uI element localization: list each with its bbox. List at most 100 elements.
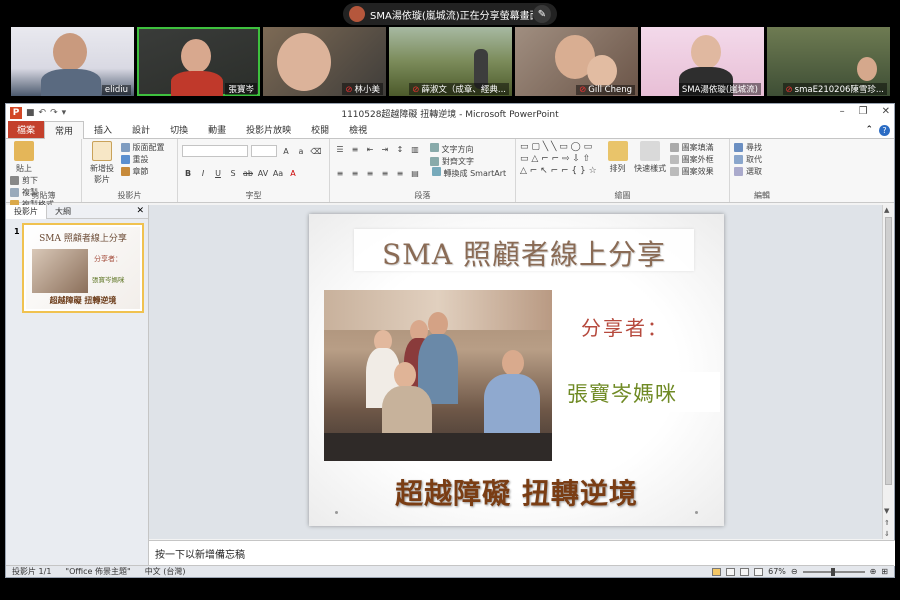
columns-layout-icon[interactable]: ▤	[409, 169, 421, 178]
replace-button[interactable]: 取代	[734, 153, 790, 165]
quick-styles-button[interactable]: 快速樣式	[633, 141, 667, 174]
thumbnail-title: SMA 照顧者線上分享	[39, 234, 127, 244]
shape-effects-button[interactable]: 圖案效果	[669, 165, 714, 177]
redo-icon[interactable]: ↷	[50, 108, 58, 118]
participant-tile[interactable]: elidiu	[11, 27, 134, 96]
shadow-icon[interactable]: S	[227, 169, 239, 178]
scroll-thumb[interactable]	[885, 217, 892, 485]
change-case-icon[interactable]: Aa	[272, 169, 284, 178]
tab-insert[interactable]: 插入	[84, 121, 122, 138]
tab-animations[interactable]: 動畫	[198, 121, 236, 138]
shape-outline-label: 圖案外框	[681, 154, 714, 164]
participant-tile[interactable]: ⊘ Gill Cheng	[515, 27, 638, 96]
zoom-out-icon[interactable]: ⊖	[791, 567, 798, 576]
decrease-indent-icon[interactable]: ⇤	[364, 145, 376, 154]
tab-slideshow[interactable]: 投影片放映	[236, 121, 301, 138]
align-left-icon[interactable]: ≡	[334, 169, 346, 178]
paste-icon	[14, 141, 34, 161]
zoom-level[interactable]: 67%	[768, 567, 786, 576]
section-button[interactable]: 章節	[120, 165, 165, 177]
align-text-button[interactable]: 對齊文字	[430, 155, 511, 167]
participant-tile-active[interactable]: 張寶岑	[137, 27, 260, 96]
scroll-down-icon[interactable]: ▼	[884, 507, 889, 515]
new-slide-button[interactable]: 新增投影片	[86, 141, 118, 185]
underline-icon[interactable]: U	[212, 169, 224, 178]
tab-outline[interactable]: 大綱	[47, 205, 79, 219]
grow-font-icon[interactable]: A	[280, 147, 292, 156]
text-direction-button[interactable]: 文字方向	[430, 143, 474, 155]
shape-outline-button[interactable]: 圖案外框	[669, 153, 714, 165]
tab-file[interactable]: 檔案	[8, 121, 45, 138]
tab-transitions[interactable]: 切換	[160, 121, 198, 138]
current-slide[interactable]: SMA 照顧者線上分享 分享者： 張寶岑媽咪 超越障礙 扭轉逆境	[309, 214, 724, 526]
close-icon[interactable]: ✕	[882, 106, 890, 117]
numbering-icon[interactable]: ≡	[349, 145, 361, 154]
shrink-font-icon[interactable]: a	[295, 147, 307, 156]
participant-tile[interactable]: ⊘ smaE210206陳雪珍...	[767, 27, 890, 96]
save-icon[interactable]: ■	[26, 108, 35, 118]
align-right-icon[interactable]: ≡	[364, 169, 376, 178]
cut-button[interactable]: 剪下	[10, 174, 54, 186]
columns-icon[interactable]: ▥	[409, 145, 421, 154]
undo-icon[interactable]: ↶	[39, 108, 47, 118]
close-panel-icon[interactable]: ✕	[136, 206, 144, 216]
participant-tile[interactable]: ⊘ 薛淑文（成章、經典...	[389, 27, 512, 96]
theme-name[interactable]: "Office 佈景主題"	[65, 566, 130, 577]
participant-tile[interactable]: ⊘ 林小美	[263, 27, 386, 96]
line-spacing-icon[interactable]: ↕	[394, 145, 406, 154]
align-center-icon[interactable]: ≡	[349, 169, 361, 178]
annotate-pen-icon[interactable]: ✎	[533, 5, 551, 23]
tab-review[interactable]: 校閱	[301, 121, 339, 138]
powerpoint-logo-icon[interactable]: P	[10, 107, 22, 119]
slideshow-view-icon[interactable]	[754, 567, 764, 576]
font-color-icon[interactable]: A	[287, 169, 299, 178]
tab-design[interactable]: 設計	[122, 121, 160, 138]
next-slide-icon[interactable]: ⇓	[884, 530, 890, 538]
zoom-in-icon[interactable]: ⊕	[870, 567, 877, 576]
clear-format-icon[interactable]: ⌫	[310, 147, 322, 156]
scroll-up-icon[interactable]: ▲	[884, 206, 889, 214]
select-button[interactable]: 選取	[734, 165, 790, 177]
justify-icon[interactable]: ≡	[379, 169, 391, 178]
collapse-ribbon-icon[interactable]: ⌃	[865, 125, 873, 136]
fit-to-window-icon[interactable]: ⊞	[881, 567, 888, 576]
slide-thumbnail[interactable]: SMA 照顧者線上分享 分享者： 張寶岑媽咪 超越障礙 扭轉逆境	[22, 223, 144, 313]
paste-button[interactable]: 貼上	[10, 141, 38, 174]
zoom-slider-knob[interactable]	[830, 567, 835, 576]
tab-slides[interactable]: 投影片	[6, 204, 47, 219]
minimize-icon[interactable]: –	[840, 106, 845, 117]
normal-view-icon[interactable]	[712, 567, 722, 576]
reset-button[interactable]: 重設	[120, 153, 165, 165]
customize-toolbar-icon[interactable]: ▾	[62, 108, 67, 118]
vertical-scrollbar[interactable]: ▲ ▼ ⇑ ⇓	[882, 205, 893, 539]
smartart-button[interactable]: 轉換成 SmartArt	[432, 167, 506, 179]
font-size-combo[interactable]	[251, 145, 277, 157]
shapes-gallery[interactable]: ▭ ▢ ╲ ╲ ▭ ◯ ▭ ▭ △ ⌐ ⌐ ⇨ ⇩ ⇧ △ ⌐ ↖ ⌐ ⌐ { } …	[520, 141, 602, 177]
restore-icon[interactable]: ❐	[859, 106, 868, 117]
bold-icon[interactable]: B	[182, 169, 194, 178]
help-icon[interactable]: ?	[879, 125, 890, 136]
shape-fill-button[interactable]: 圖案填滿	[669, 141, 714, 153]
participant-tile[interactable]: SMA湯依璇(嵐城流)	[641, 27, 764, 96]
title-placeholder[interactable]: SMA 照顧者線上分享	[354, 229, 694, 271]
tab-view[interactable]: 檢視	[339, 121, 377, 138]
layout-button[interactable]: 版面配置	[120, 141, 165, 153]
previous-slide-icon[interactable]: ⇑	[884, 519, 890, 527]
tab-home[interactable]: 常用	[44, 121, 85, 139]
strikethrough-icon[interactable]: ab	[242, 169, 254, 178]
spacing-icon[interactable]: AV	[257, 169, 269, 178]
font-name-combo[interactable]	[182, 145, 248, 157]
language[interactable]: 中文 (台灣)	[145, 566, 186, 577]
presenter-box[interactable]: 張寶岑媽咪	[559, 372, 720, 412]
zoom-slider[interactable]	[802, 567, 865, 576]
increase-indent-icon[interactable]: ⇥	[379, 145, 391, 154]
italic-icon[interactable]: I	[197, 169, 209, 178]
group-photo[interactable]	[324, 290, 552, 461]
slide-sorter-icon[interactable]	[726, 567, 736, 576]
find-button[interactable]: 尋找	[734, 141, 790, 153]
arrange-button[interactable]: 排列	[605, 141, 631, 174]
distribute-icon[interactable]: ≡	[394, 169, 406, 178]
reading-view-icon[interactable]	[740, 567, 750, 576]
bullets-icon[interactable]: ☰	[334, 145, 346, 154]
notes-pane[interactable]: 按一下以新增備忘稿	[149, 540, 895, 566]
